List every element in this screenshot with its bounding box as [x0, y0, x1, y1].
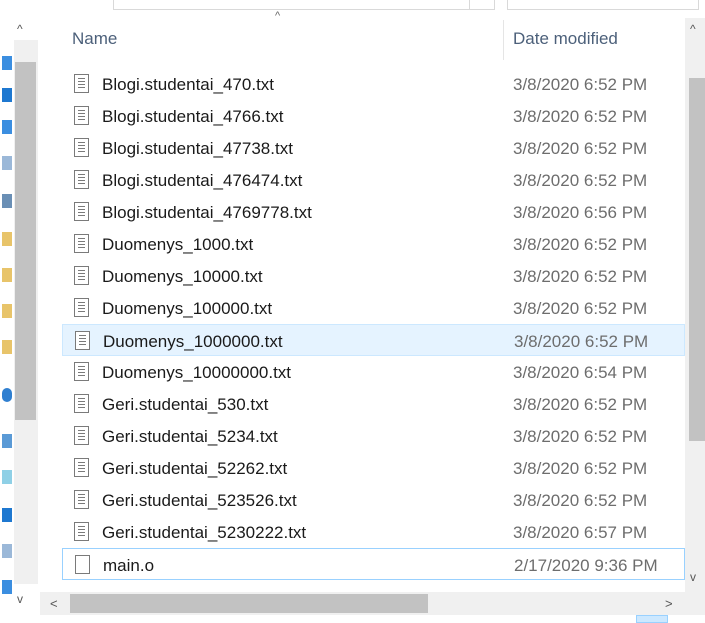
file-row[interactable]: Blogi.studentai_4766.txt 3/8/2020 6:52 PM	[62, 100, 685, 132]
documents-icon[interactable]	[2, 544, 12, 558]
file-row[interactable]: main.o 2/17/2020 9:36 PM	[62, 548, 685, 580]
file-name: Geri.studentai_530.txt	[102, 395, 269, 414]
folder-icon[interactable]	[2, 268, 12, 282]
sort-ascending-icon: ^	[275, 10, 281, 22]
documents-icon[interactable]	[2, 156, 12, 170]
file-name: Duomenys_1000.txt	[102, 235, 254, 254]
file-name: Geri.studentai_523526.txt	[102, 491, 297, 510]
scroll-right-icon[interactable]: >	[665, 596, 673, 611]
file-row[interactable]: Geri.studentai_52262.txt 3/8/2020 6:52 PM	[62, 452, 685, 484]
file-row[interactable]: Duomenys_10000.txt 3/8/2020 6:52 PM	[62, 260, 685, 292]
file-date-modified: 3/8/2020 6:52 PM	[513, 395, 648, 414]
file-row[interactable]: Duomenys_1000000.txt 3/8/2020 6:52 PM	[62, 324, 685, 356]
file-row[interactable]: Blogi.studentai_4769778.txt 3/8/2020 6:56…	[62, 196, 685, 228]
text-file-icon	[74, 362, 89, 381]
file-row[interactable]: Geri.studentai_523526.txt 3/8/2020 6:52 P…	[62, 484, 685, 516]
file-date-modified: 3/8/2020 6:57 PM	[513, 523, 648, 542]
folder-icon[interactable]	[2, 304, 12, 318]
bottom-strip	[0, 615, 705, 623]
address-dropdown-button[interactable]	[468, 0, 495, 10]
onedrive-icon[interactable]	[2, 388, 12, 402]
file-date-modified: 2/17/2020 9:36 PM	[514, 556, 658, 575]
file-date-modified: 3/8/2020 6:52 PM	[513, 491, 648, 510]
file-name: Geri.studentai_52262.txt	[102, 459, 288, 478]
file-row[interactable]: Blogi.studentai_470.txt 3/8/2020 6:52 PM	[62, 68, 685, 100]
scroll-left-icon[interactable]: <	[50, 596, 58, 611]
file-name: Duomenys_1000000.txt	[103, 332, 283, 351]
downloads-icon[interactable]	[2, 120, 12, 134]
file-date-modified: 3/8/2020 6:52 PM	[513, 299, 648, 318]
file-row[interactable]: Blogi.studentai_476474.txt 3/8/2020 6:52 …	[62, 164, 685, 196]
folder-icon[interactable]	[2, 340, 12, 354]
file-date-modified: 3/8/2020 6:54 PM	[513, 363, 648, 382]
file-date-modified: 3/8/2020 6:52 PM	[513, 171, 648, 190]
view-toggle-button[interactable]	[636, 615, 668, 623]
file-name: Blogi.studentai_4769778.txt	[102, 203, 312, 222]
blank-file-icon	[75, 555, 90, 574]
text-file-icon	[74, 106, 89, 125]
file-name: Duomenys_10000000.txt	[102, 363, 292, 382]
file-name: Duomenys_100000.txt	[102, 299, 273, 318]
desktop-icon[interactable]	[2, 508, 12, 522]
file-list: Blogi.studentai_470.txt 3/8/2020 6:52 PM B…	[62, 52, 685, 592]
file-name: main.o	[103, 556, 155, 575]
file-row[interactable]: Geri.studentai_5234.txt 3/8/2020 6:52 PM	[62, 420, 685, 452]
file-name: Geri.studentai_5230222.txt	[102, 523, 307, 542]
file-date-modified: 3/8/2020 6:52 PM	[513, 139, 648, 158]
file-date-modified: 3/8/2020 6:52 PM	[513, 107, 648, 126]
text-file-icon	[75, 331, 90, 350]
text-file-icon	[74, 170, 89, 189]
nav-scrollbar-thumb[interactable]	[15, 62, 36, 420]
top-bar	[0, 0, 705, 12]
desktop-icon[interactable]	[2, 88, 12, 102]
file-name: Blogi.studentai_476474.txt	[102, 171, 303, 190]
scroll-down-icon[interactable]: v	[690, 570, 696, 584]
file-row[interactable]: Geri.studentai_5230222.txt 3/8/2020 6:57 …	[62, 516, 685, 548]
file-name: Blogi.studentai_47738.txt	[102, 139, 293, 158]
nav-scroll-down-icon[interactable]: v	[17, 592, 23, 606]
text-file-icon	[74, 138, 89, 157]
text-file-icon	[74, 298, 89, 317]
file-date-modified: 3/8/2020 6:52 PM	[513, 235, 648, 254]
text-file-icon	[74, 490, 89, 509]
nav-scroll-up-icon[interactable]: ^	[17, 22, 23, 36]
column-header-name[interactable]: Name	[72, 29, 117, 49]
3d-objects-icon[interactable]	[2, 470, 12, 484]
folder-icon[interactable]	[2, 232, 12, 246]
file-name: Duomenys_10000.txt	[102, 267, 263, 286]
file-row[interactable]: Blogi.studentai_47738.txt 3/8/2020 6:52 P…	[62, 132, 685, 164]
scroll-up-icon[interactable]: ^	[690, 22, 696, 36]
text-file-icon	[74, 522, 89, 541]
text-file-icon	[74, 426, 89, 445]
this-pc-icon[interactable]	[2, 434, 12, 448]
text-file-icon	[74, 266, 89, 285]
text-file-icon	[74, 394, 89, 413]
file-date-modified: 3/8/2020 6:52 PM	[514, 332, 649, 351]
text-file-icon	[74, 234, 89, 253]
text-file-icon	[74, 458, 89, 477]
file-date-modified: 3/8/2020 6:52 PM	[513, 75, 648, 94]
quick-access-icon[interactable]	[2, 56, 12, 70]
text-file-icon	[74, 74, 89, 93]
scrollbar-corner	[685, 592, 705, 615]
pictures-icon[interactable]	[2, 194, 12, 208]
file-name: Blogi.studentai_4766.txt	[102, 107, 284, 126]
file-row[interactable]: Duomenys_1000.txt 3/8/2020 6:52 PM	[62, 228, 685, 260]
downloads-icon[interactable]	[2, 580, 12, 594]
horizontal-scrollbar-thumb[interactable]	[70, 594, 428, 613]
text-file-icon	[74, 202, 89, 221]
file-date-modified: 3/8/2020 6:52 PM	[513, 459, 648, 478]
file-name: Geri.studentai_5234.txt	[102, 427, 278, 446]
file-date-modified: 3/8/2020 6:52 PM	[513, 267, 648, 286]
file-name: Blogi.studentai_470.txt	[102, 75, 275, 94]
file-date-modified: 3/8/2020 6:52 PM	[513, 427, 648, 446]
file-date-modified: 3/8/2020 6:56 PM	[513, 203, 648, 222]
address-bar[interactable]	[113, 0, 470, 10]
vertical-scrollbar-thumb[interactable]	[689, 78, 705, 441]
column-header-date-modified[interactable]: Date modified	[513, 29, 618, 49]
file-row[interactable]: Duomenys_10000000.txt 3/8/2020 6:54 PM	[62, 356, 685, 388]
search-input[interactable]	[507, 0, 699, 10]
file-row[interactable]: Duomenys_100000.txt 3/8/2020 6:52 PM	[62, 292, 685, 324]
file-row[interactable]: Geri.studentai_530.txt 3/8/2020 6:52 PM	[62, 388, 685, 420]
